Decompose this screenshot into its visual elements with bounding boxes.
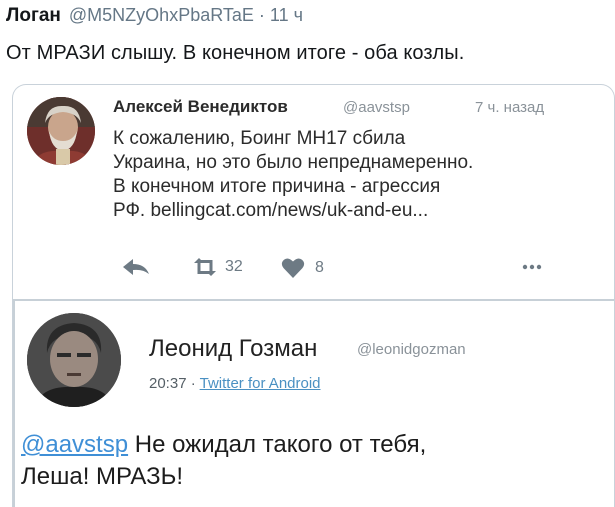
tweet-text-line: Украина, но это было непреднамеренно. [113, 152, 474, 173]
outer-tweet-header: Логан @M5NZyOhxPbaRTaE · 11 ч [6, 5, 303, 29]
retweet-count: 32 [225, 258, 243, 275]
timestamp[interactable]: 7 ч. назад [475, 99, 544, 116]
retweet-icon [194, 258, 216, 276]
via-client-link[interactable]: Twitter for Android [200, 375, 321, 392]
retweet-button[interactable]: 32 [191, 257, 243, 277]
quoted-tweet-venediktov: Алексей Венедиктов @aavstsp 7 ч. назад К… [13, 85, 614, 299]
more-icon [522, 264, 542, 270]
like-button[interactable]: 8 [281, 257, 324, 279]
tweet-text-line: К сожалению, Боинг МН17 сбила [113, 128, 406, 149]
tweet-text-line: @aavstsp Не ожидал такого от тебя, [21, 429, 426, 461]
timestamp: 20:37 [149, 375, 187, 392]
avatar[interactable] [27, 97, 95, 165]
divider [13, 299, 614, 301]
tweet-text-line: В конечном итоге причина - агрессия [113, 176, 441, 197]
author-name[interactable]: Алексей Венедиктов [113, 97, 288, 117]
more-button[interactable] [521, 263, 543, 271]
reply-icon [123, 259, 149, 275]
tweet-text-line[interactable]: РФ. bellingcat.com/news/uk-and-eu... [113, 199, 533, 223]
avatar-portrait-icon [27, 313, 121, 407]
author-handle[interactable]: @leonidgozman [357, 341, 466, 358]
meta-separator: · [190, 375, 196, 392]
tweet-meta: 20:37 · Twitter for Android [149, 375, 321, 392]
tweet-text-line: Леша! МРАЗЬ! [21, 463, 184, 490]
attached-screenshot[interactable]: Алексей Венедиктов @aavstsp 7 ч. назад К… [12, 84, 615, 507]
tweet-text-fragment: Не ожидал такого от тебя, [128, 431, 427, 458]
outer-separator: · [258, 5, 265, 25]
avatar-portrait-icon [27, 97, 95, 165]
author-handle[interactable]: @aavstsp [343, 99, 410, 116]
outer-author-handle[interactable]: @M5NZyOhxPbaRTaE [69, 5, 254, 26]
author-name[interactable]: Леонид Гозман [149, 335, 317, 363]
tweet-actions: 32 8 [121, 257, 591, 281]
avatar[interactable] [27, 313, 121, 407]
mention-link[interactable]: @aavstsp [21, 431, 128, 458]
tweet-text: @aavstsp Не ожидал такого от тебя, Леша!… [21, 429, 426, 493]
heart-icon [281, 258, 305, 278]
divider [13, 301, 15, 507]
outer-tweet-text: От МРАЗИ слышу. В конечном итоге - оба к… [6, 42, 465, 64]
outer-timestamp[interactable]: 11 ч [270, 5, 303, 26]
outer-author-name[interactable]: Логан [6, 5, 61, 27]
like-count: 8 [315, 259, 324, 276]
reply-button[interactable] [121, 257, 151, 277]
tweet-text: К сожалению, Боинг МН17 сбила Украина, н… [113, 127, 533, 223]
